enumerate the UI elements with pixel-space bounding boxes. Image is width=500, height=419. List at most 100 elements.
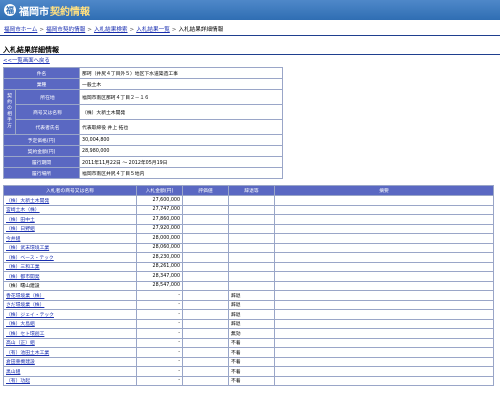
col-header-evaluation: 評価値 [182, 185, 229, 196]
bid-amount: 27,920,000 [136, 223, 183, 234]
site-logo[interactable]: 福 福岡市 契約情報 [4, 2, 90, 18]
breadcrumb-separator: > [39, 27, 45, 33]
info-label: 商号又は名称 [14, 104, 81, 120]
bid-amount: 28,060,000 [136, 242, 183, 253]
withdrawal-status: 不着 [228, 356, 275, 367]
remarks [274, 242, 494, 253]
bid-amount: - [136, 318, 183, 329]
withdrawal-status: 辞退 [228, 299, 275, 310]
bidder-name[interactable]: （株）ジェイ・テック [3, 309, 137, 320]
bidder-name[interactable]: 宮崎土木（株） [3, 204, 137, 215]
bidder-name[interactable]: （株）セト環創工 [3, 328, 137, 339]
table-row: （株）ベース・テック 28,230,000 [3, 252, 494, 263]
remarks [274, 214, 494, 225]
col-header-withdrawal: 辞退等 [228, 185, 275, 196]
withdrawal-status: 辞退 [228, 309, 275, 320]
table-row: （株）セト環創工 - 無効 [3, 328, 494, 339]
info-value: 福岡市南区井尻４丁目５地内 [79, 167, 283, 179]
info-value: 2011年11月22日 ～ 2012年05月19日 [79, 156, 283, 168]
bid-amount: - [136, 356, 183, 367]
withdrawal-status [228, 195, 275, 206]
withdrawal-status: 不着 [228, 375, 275, 386]
bidder-name[interactable]: （株）田中土 [3, 214, 137, 225]
bidder-name[interactable]: （株）大新土木開発 [3, 195, 137, 206]
bid-amount: - [136, 347, 183, 358]
bid-table-body: （株）大新土木開発 27,600,000 宮崎土木（株） 27,747,000 （株）田… [3, 195, 494, 386]
info-label: 履行期間 [2, 156, 81, 168]
withdrawal-status [228, 280, 275, 291]
remarks [274, 223, 494, 234]
breadcrumb: 福岡市ホーム > 福岡市契約情報 > 入札結果検索 > 入札結果一覧 > 入札結果詳細情報 [4, 25, 223, 33]
col-header-bidder: 入札者の商号又は名称 [3, 185, 137, 196]
site-header: 福 福岡市 契約情報 [0, 0, 500, 20]
bid-amount: - [136, 309, 183, 320]
evaluation-value [182, 299, 229, 310]
evaluation-value [182, 204, 229, 215]
bidder-name[interactable]: （有）功起 [3, 375, 137, 386]
bidder-name[interactable]: （株）三和工業 [3, 261, 137, 272]
remarks [274, 280, 494, 291]
info-label: 予定価格(円) [2, 134, 81, 146]
bid-amount: - [136, 375, 183, 386]
bidder-name[interactable]: 今井組 [3, 233, 137, 244]
back-to-list-link[interactable]: <<一覧画面へ戻る [3, 56, 50, 64]
info-row: 履行場所 福岡市南区井尻４丁目５地内 [2, 167, 283, 179]
evaluation-value [182, 195, 229, 206]
bidder-name[interactable]: （株）ベース・テック [3, 252, 137, 263]
remarks [274, 195, 494, 206]
bidder-name[interactable]: 高山（正）組 [3, 337, 137, 348]
withdrawal-status [228, 223, 275, 234]
withdrawal-status: 辞退 [228, 290, 275, 301]
table-row: （有）池田土木工業 - 不着 [3, 347, 494, 358]
remarks [274, 347, 494, 358]
city-emblem-icon: 福 [4, 4, 16, 16]
evaluation-value [182, 252, 229, 263]
col-header-amount: 入札金額(円) [136, 185, 183, 196]
breadcrumb-search[interactable]: 入札結果検索 [94, 27, 128, 33]
info-row: 業種 一般土木 [2, 78, 283, 90]
bidder-name[interactable]: さだ環境業（株） [3, 299, 137, 310]
info-label: 業種 [2, 78, 81, 90]
logo-title-b: 契約情報 [50, 6, 90, 18]
withdrawal-status: 不着 [228, 347, 275, 358]
counterparty-group-label: 契約の相手方 [3, 89, 16, 135]
bid-amount: 28,261,000 [136, 261, 183, 272]
bidder-name[interactable]: 倉田重機建設 [3, 356, 137, 367]
table-row: 今井組 28,000,000 [3, 233, 494, 244]
bidder-name: （株）曙山建設 [3, 280, 137, 291]
bidder-name[interactable]: （株）日野組 [3, 223, 137, 234]
info-row: 履行期間 2011年11月22日 ～ 2012年05月19日 [2, 156, 283, 168]
bid-amount: - [136, 290, 183, 301]
info-value: 代表取締役 井上 拓也 [79, 119, 283, 135]
bidder-name[interactable]: （株）武末環境工業 [3, 242, 137, 253]
table-row: （株）日野組 27,920,000 [3, 223, 494, 234]
evaluation-value [182, 318, 229, 329]
remarks [274, 233, 494, 244]
evaluation-value [182, 223, 229, 234]
remarks [274, 328, 494, 339]
withdrawal-status: 不着 [228, 337, 275, 348]
bidder-name[interactable]: 黒山組 [3, 366, 137, 377]
bid-header-row: 入札者の商号又は名称 入札金額(円) 評価値 辞退等 摘要 [3, 185, 494, 196]
evaluation-value [182, 366, 229, 377]
withdrawal-status [228, 261, 275, 272]
table-row: （株）都市開発 28,347,000 [3, 271, 494, 282]
table-row: （株）大島組 - 辞退 [3, 318, 494, 329]
bidder-name[interactable]: （株）都市開発 [3, 271, 137, 282]
info-row: 商号又は名称 （株）大新土木開発 [4, 104, 283, 120]
evaluation-value [182, 233, 229, 244]
info-label: 履行場所 [2, 167, 81, 179]
breadcrumb-home[interactable]: 福岡市ホーム [4, 27, 37, 33]
bidder-name[interactable]: （株）大島組 [3, 318, 137, 329]
bidder-name[interactable]: （有）池田土木工業 [3, 347, 137, 358]
table-row: 倉田重機建設 - 不着 [3, 356, 494, 367]
bidder-name[interactable]: 香花環境業（株） [3, 290, 137, 301]
bid-amount: - [136, 366, 183, 377]
breadcrumb-contract-info[interactable]: 福岡市契約情報 [46, 27, 85, 33]
header-divider [0, 35, 500, 36]
table-row: （有）功起 - 不着 [3, 375, 494, 386]
remarks [274, 356, 494, 367]
remarks [274, 337, 494, 348]
table-row: （株）大新土木開発 27,600,000 [3, 195, 494, 206]
breadcrumb-list[interactable]: 入札結果一覧 [136, 27, 170, 33]
